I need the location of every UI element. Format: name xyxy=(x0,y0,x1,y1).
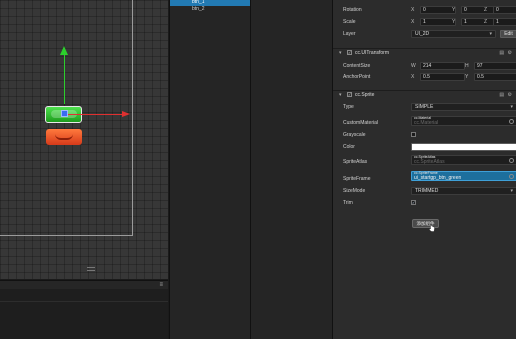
custom-material-field[interactable]: cc.Material cc.Material xyxy=(411,116,516,126)
asset-picker-icon[interactable] xyxy=(509,119,514,124)
sprite-enabled-checkbox[interactable]: ✓ xyxy=(347,92,352,97)
anchor-point-label: AnchorPoint xyxy=(343,74,371,80)
resize-handle-icon[interactable] xyxy=(87,267,95,271)
chevron-down-icon[interactable]: ▾ xyxy=(339,92,342,98)
mouse-cursor-icon xyxy=(429,224,435,232)
menu-icon[interactable]: ≡ xyxy=(159,282,163,288)
layer-label: Layer xyxy=(343,31,356,37)
size-mode-value: TRIMMED xyxy=(415,188,439,194)
rotation-z-field[interactable]: 0 xyxy=(493,6,516,14)
grayscale-checkbox[interactable] xyxy=(411,132,416,137)
anchor-y-field[interactable]: 0.5 xyxy=(474,73,516,81)
color-swatch[interactable] xyxy=(411,143,516,151)
gizmo-x-arrow-icon[interactable] xyxy=(122,111,130,117)
rotation-label: Rotation xyxy=(343,7,362,13)
assets-panel xyxy=(250,0,332,339)
gizmo-x-axis[interactable] xyxy=(65,114,123,115)
book-icon[interactable]: ▤ xyxy=(499,92,505,98)
btn-2-decoration xyxy=(55,134,73,140)
custom-material-row: CustomMaterial cc.Material cc.Material xyxy=(343,116,516,127)
trim-row: Trim ✓ xyxy=(343,199,511,208)
console-divider xyxy=(0,301,168,302)
sprite-atlas-field[interactable]: cc.SpriteAtlas cc.SpriteAtlas xyxy=(411,155,516,165)
chevron-down-icon: ▾ xyxy=(510,188,513,194)
axis-h-label: H xyxy=(465,63,469,69)
layer-select[interactable]: UI_2D ▾ xyxy=(411,30,496,38)
sprite-atlas-name: cc.SpriteAtlas xyxy=(414,159,445,165)
sprite-frame-name: ui_startgp_btn_green xyxy=(414,175,462,181)
trim-checkbox[interactable]: ✓ xyxy=(411,200,416,205)
scale-label: Scale xyxy=(343,19,356,25)
axis-w-label: W xyxy=(411,63,416,69)
sprite-atlas-label: SpriteAtlas xyxy=(343,159,368,165)
axis-y-label: Y xyxy=(452,7,456,13)
chevron-down-icon: ▾ xyxy=(489,31,492,37)
chevron-down-icon: ▾ xyxy=(510,104,513,110)
axis-z-label: Z xyxy=(484,19,488,25)
scale-x-field[interactable]: 1 xyxy=(420,18,456,26)
content-size-row: ContentSize W 214 H 97 xyxy=(343,62,516,71)
gizmo-center-handle[interactable] xyxy=(61,110,68,117)
anchor-x-field[interactable]: 0.5 xyxy=(420,73,465,81)
scene-view[interactable] xyxy=(0,0,168,279)
color-row: Color xyxy=(343,143,516,152)
anchor-point-row: AnchorPoint X 0.5 Y 0.5 xyxy=(343,73,516,82)
sprite-frame-row: SpriteFrame cc.SpriteFrame ui_startgp_bt… xyxy=(343,171,516,183)
layer-edit-button[interactable]: Edit xyxy=(500,30,516,38)
console-panel xyxy=(0,289,168,339)
inspector-panel: Rotation X0 Y0 Z0 Scale X1 Y1 Z1 Layer U… xyxy=(332,0,516,339)
asset-picker-icon[interactable] xyxy=(509,158,514,163)
color-label: Color xyxy=(343,144,355,150)
sprite-header[interactable]: ▾ ✓ cc.Sprite ▤ ⚙ xyxy=(333,90,516,99)
chevron-down-icon[interactable]: ▾ xyxy=(339,50,342,56)
rotation-x-field[interactable]: 0 xyxy=(420,6,456,14)
sprite-type-row: Type SIMPLE ▾ xyxy=(343,103,516,112)
content-size-label: ContentSize xyxy=(343,63,371,69)
axis-x-label: X xyxy=(411,74,415,80)
scale-z-field[interactable]: 1 xyxy=(493,18,516,26)
sprite-type-label: Type xyxy=(343,104,354,110)
hierarchy-panel: btn_1 btn_2 xyxy=(169,0,251,339)
gear-icon[interactable]: ⚙ xyxy=(508,92,513,98)
axis-y-label: Y xyxy=(465,74,469,80)
axis-x-label: X xyxy=(411,7,415,13)
grayscale-row: Grayscale xyxy=(343,131,511,140)
custom-material-name: cc.Material xyxy=(414,120,439,126)
node-btn-2-sprite[interactable] xyxy=(46,129,82,145)
gizmo-y-arrow-icon[interactable] xyxy=(60,46,68,55)
grayscale-label: Grayscale xyxy=(343,132,366,138)
uitransform-title: cc.UITransform xyxy=(355,50,389,56)
sprite-title: cc.Sprite xyxy=(355,92,375,98)
content-size-h-field[interactable]: 97 xyxy=(474,62,516,70)
layer-value: UI_2D xyxy=(415,31,430,37)
layer-row: Layer UI_2D ▾ Edit xyxy=(343,30,516,39)
uitransform-enabled-checkbox[interactable]: ✓ xyxy=(347,50,352,55)
size-mode-label: SizeMode xyxy=(343,188,366,194)
console-toolbar: ≡ xyxy=(0,280,168,289)
size-mode-row: SizeMode TRIMMED ▾ xyxy=(343,187,516,196)
custom-material-label: CustomMaterial xyxy=(343,120,379,126)
rotation-row: Rotation X0 Y0 Z0 xyxy=(343,6,516,15)
sprite-frame-field[interactable]: cc.SpriteFrame ui_startgp_btn_green xyxy=(411,171,516,181)
sprite-frame-label: SpriteFrame xyxy=(343,176,371,182)
content-size-w-field[interactable]: 214 xyxy=(420,62,465,70)
axis-x-label: X xyxy=(411,19,415,25)
size-mode-select[interactable]: TRIMMED ▾ xyxy=(411,187,516,195)
uitransform-header[interactable]: ▾ ✓ cc.UITransform ▤ ⚙ xyxy=(333,48,516,57)
hierarchy-item-btn-2[interactable]: btn_2 xyxy=(170,6,251,13)
scale-row: Scale X1 Y1 Z1 xyxy=(343,18,516,27)
trim-label: Trim xyxy=(343,200,353,206)
axis-z-label: Z xyxy=(484,7,488,13)
gear-icon[interactable]: ⚙ xyxy=(508,50,513,56)
book-icon[interactable]: ▤ xyxy=(499,50,505,56)
gizmo-y-axis[interactable] xyxy=(64,52,65,104)
sprite-type-value: SIMPLE xyxy=(415,104,434,110)
sprite-type-select[interactable]: SIMPLE ▾ xyxy=(411,103,516,111)
sprite-atlas-row: SpriteAtlas cc.SpriteAtlas cc.SpriteAtla… xyxy=(343,155,516,166)
asset-picker-icon[interactable] xyxy=(509,174,514,179)
axis-y-label: Y xyxy=(452,19,456,25)
